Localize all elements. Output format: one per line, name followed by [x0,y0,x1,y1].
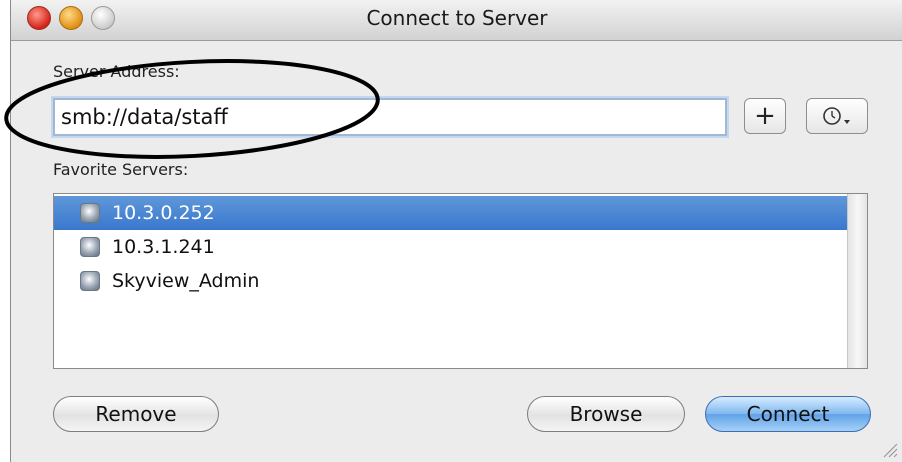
list-scrollbar[interactable] [847,194,867,368]
server-icon [80,203,100,223]
server-address-label: Server Address: [53,62,180,81]
window-title: Connect to Server [366,6,548,30]
add-favorite-button[interactable]: + [744,98,786,134]
favorite-servers-label: Favorite Servers: [53,160,189,179]
list-item-label: Skyview_Admin [112,270,260,292]
chevron-down-icon [844,120,850,124]
connect-button[interactable]: Connect [705,396,871,432]
connect-to-server-window: Connect to Server Server Address: + Favo… [10,0,902,462]
server-icon [80,271,100,291]
plus-icon: + [754,101,776,131]
server-address-input[interactable] [53,98,727,136]
list-item[interactable]: Skyview_Admin [54,264,847,298]
list-item-label: 10.3.1.241 [112,236,215,258]
title-bar[interactable]: Connect to Server [11,0,902,41]
clock-icon [823,107,850,125]
remove-button[interactable]: Remove [53,396,219,432]
list-item-label: 10.3.0.252 [112,202,215,224]
list-item[interactable]: 10.3.1.241 [54,230,847,264]
recent-servers-button[interactable] [806,98,868,134]
browse-button[interactable]: Browse [527,396,685,432]
list-item[interactable]: 10.3.0.252 [54,196,847,230]
server-icon [80,237,100,257]
resize-grip-icon[interactable] [880,440,898,458]
favorite-servers-list[interactable]: 10.3.0.252 10.3.1.241 Skyview_Admin [53,193,868,369]
